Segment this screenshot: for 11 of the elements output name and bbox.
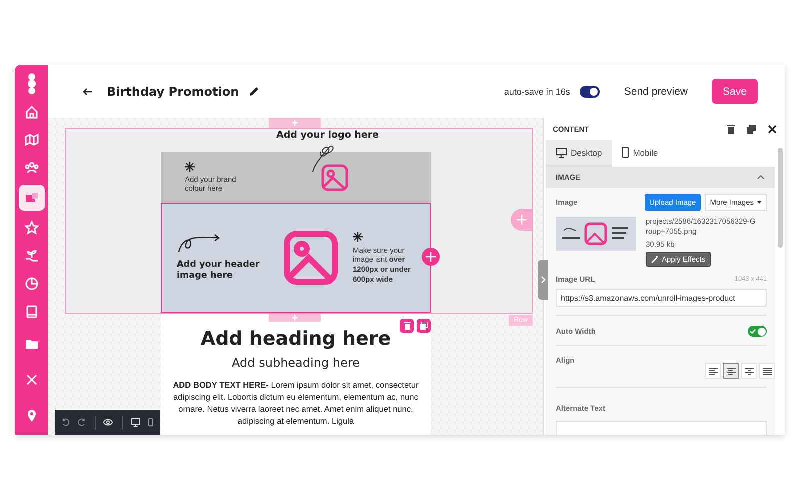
email-body-text: ADD BODY TEXT HERE- Lorem ipsum dolor sit amet, consectetur adipiscing elit. Lobortis dictum eu elementum, elementum ac, nunc ornare. Netus viverra laoreet nec amet. Amet enim aliquet nunc, adipiscing at elementum. Ligula <box>172 379 420 428</box>
image-url-field[interactable]: https://s3.amazonaws.com/unroll-images-product <box>556 289 767 308</box>
send-preview-button[interactable]: Send preview <box>618 84 694 98</box>
desktop-tab[interactable]: Desktop <box>546 140 612 167</box>
header-image-hint: Add your header image here <box>177 260 261 282</box>
logo-placeholder-text: Add your logo here <box>276 130 379 143</box>
email-heading: Add heading here <box>200 328 392 350</box>
campaign-title: Birthday Promotion <box>107 84 240 98</box>
save-button[interactable]: Save <box>712 79 758 104</box>
autosave-label: auto-save in 16s <box>504 86 570 96</box>
email-subheading: Add subheading here <box>232 356 360 370</box>
